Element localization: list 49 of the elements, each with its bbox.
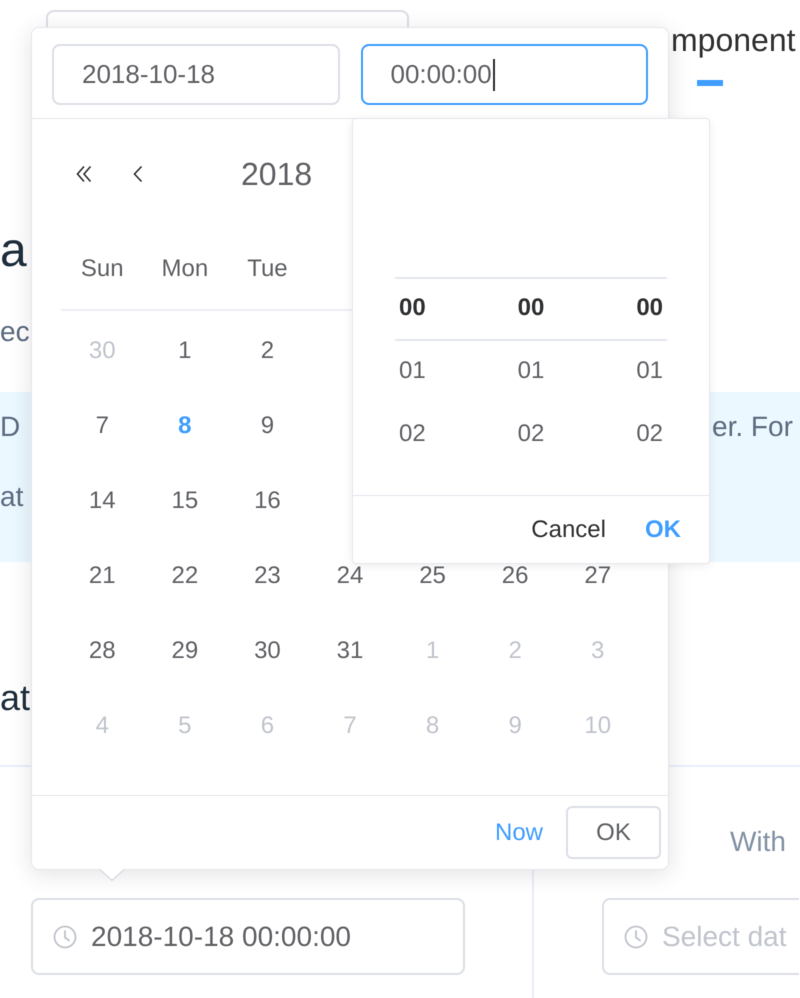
time-option[interactable]: 02	[636, 420, 664, 448]
time-option[interactable]: 00	[636, 294, 664, 322]
text-cursor-icon	[492, 58, 495, 90]
calendar-day[interactable]: 2	[260, 340, 274, 360]
tip-text: er. For	[712, 410, 793, 444]
calendar-day[interactable]: 31	[336, 640, 364, 660]
calendar-day[interactable]: 29	[172, 640, 198, 660]
time-input[interactable]: 00:00:00	[360, 44, 648, 105]
calendar-day[interactable]: 1	[178, 340, 192, 360]
calendar-day[interactable]: 26	[502, 566, 528, 586]
calendar-day[interactable]: 25	[419, 566, 446, 586]
nav-tab[interactable]: mponent	[671, 22, 796, 86]
time-option[interactable]: 00	[518, 294, 544, 322]
time-option[interactable]: 01	[636, 356, 664, 384]
calendar-day[interactable]: 7	[96, 416, 109, 436]
time-option[interactable]: 02	[518, 420, 544, 448]
demo-label: With	[730, 825, 786, 859]
double-chevron-left-icon[interactable]	[76, 165, 92, 183]
time-option[interactable]: 00	[398, 294, 426, 322]
calendar-day[interactable]: 24	[336, 566, 364, 586]
cancel-button[interactable]: Cancel	[531, 516, 606, 544]
calendar-day[interactable]: 15	[172, 490, 198, 510]
clock-icon	[53, 924, 77, 948]
weekday-label: Sun	[80, 255, 124, 283]
calendar-day[interactable]: 22	[172, 566, 198, 586]
weekday-label: Mon	[162, 255, 208, 283]
calendar-day[interactable]: 30	[254, 640, 281, 660]
calendar-day[interactable]: 23	[254, 566, 281, 586]
tip-text: D	[0, 411, 20, 442]
time-option[interactable]: 01	[398, 356, 426, 384]
calendar-day[interactable]: 16	[254, 490, 281, 510]
calendar-day[interactable]: 9	[260, 416, 274, 436]
calendar-day[interactable]: 28	[88, 640, 116, 660]
calendar-day[interactable]: 21	[88, 566, 116, 586]
ok-button[interactable]: OK	[566, 806, 661, 859]
date-input[interactable]: 2018-10-18	[52, 44, 340, 105]
section-description: ec	[0, 316, 30, 347]
time-option[interactable]: 01	[518, 356, 544, 384]
chevron-left-icon[interactable]	[133, 165, 143, 183]
clock-icon	[624, 924, 648, 948]
time-option[interactable]: 02	[398, 420, 426, 448]
calendar-day[interactable]: 14	[88, 490, 116, 510]
tip-text: at	[0, 481, 24, 512]
section-heading: a	[0, 224, 27, 277]
year-label[interactable]: 2018	[241, 156, 312, 192]
date-time-input[interactable]: 2018-10-18 00:00:00	[31, 898, 465, 975]
calendar-day[interactable]: 27	[584, 566, 612, 586]
weekday-label: Tue	[247, 255, 288, 283]
section-heading: at	[0, 677, 30, 718]
